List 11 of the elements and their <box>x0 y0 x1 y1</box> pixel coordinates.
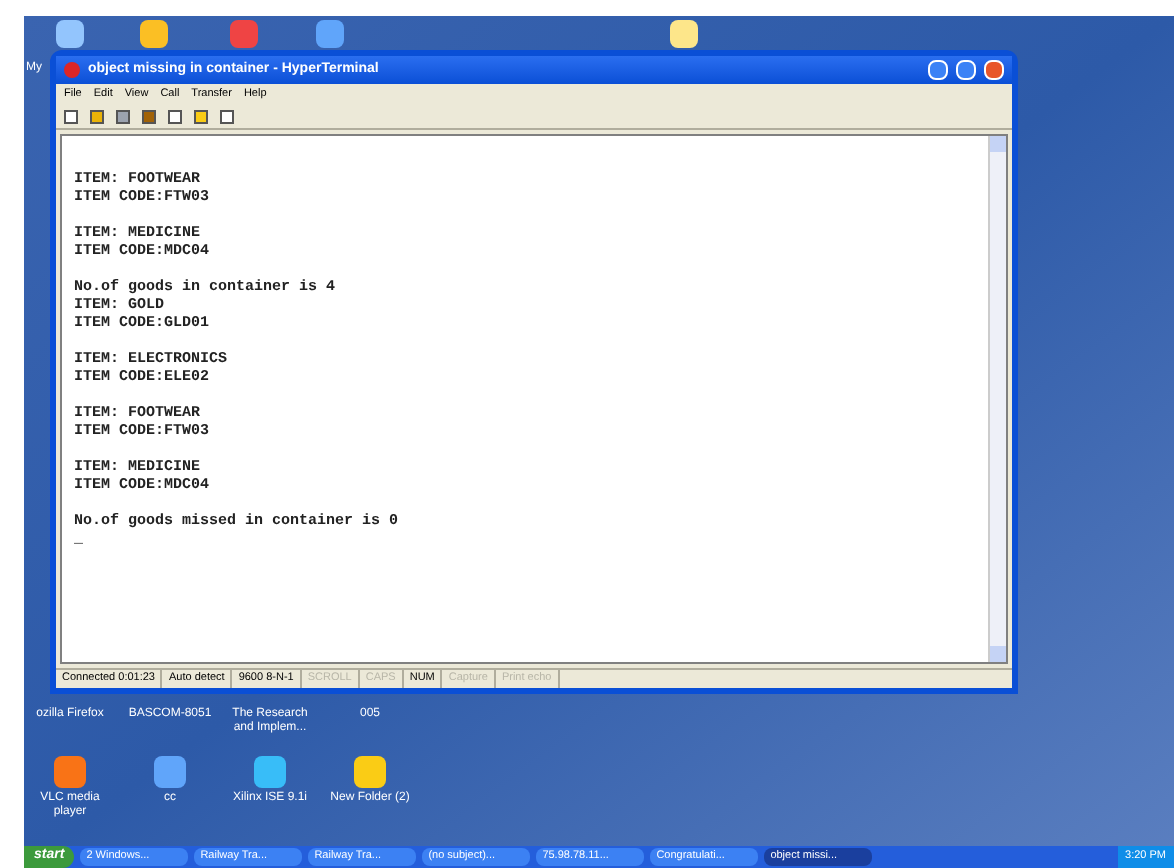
close-button[interactable] <box>984 60 1004 80</box>
desktop-icon[interactable] <box>154 756 186 788</box>
minimize-button[interactable] <box>928 60 948 80</box>
desktop-icon[interactable] <box>670 20 698 48</box>
scrollbar[interactable] <box>988 136 1006 662</box>
maximize-button[interactable] <box>956 60 976 80</box>
desktop-icon[interactable] <box>56 20 84 48</box>
app-icon <box>64 62 80 78</box>
desktop-icon[interactable] <box>254 756 286 788</box>
desktop-icon[interactable] <box>354 756 386 788</box>
desktop-icon[interactable] <box>140 20 168 48</box>
